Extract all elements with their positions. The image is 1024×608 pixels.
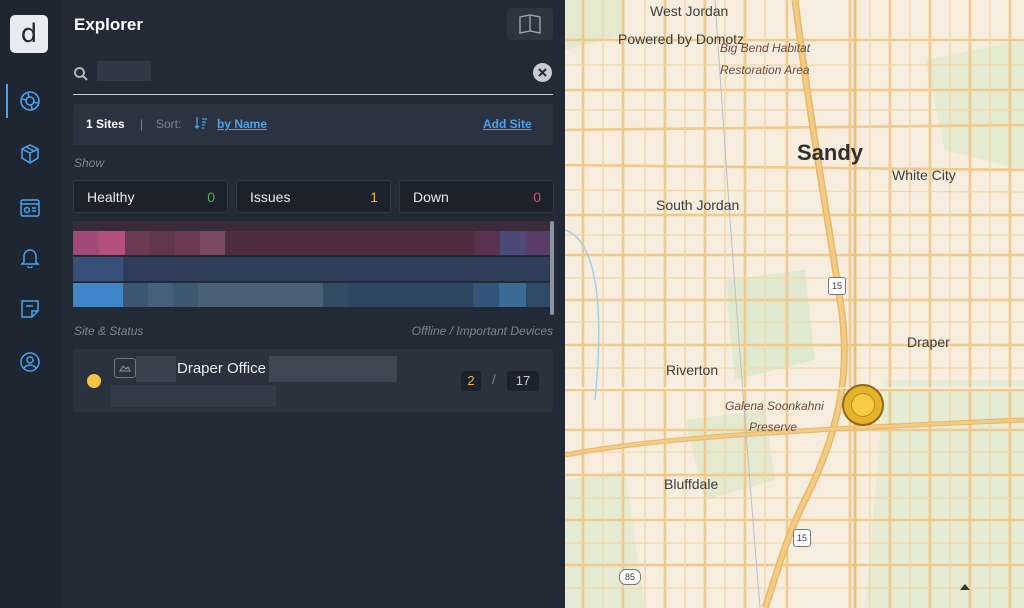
offline-devices-count[interactable]: 2 [461,371,481,391]
clear-search-button[interactable] [533,63,552,82]
ticket-icon [21,300,39,318]
important-devices-count[interactable]: 17 [507,371,539,391]
route-85-shield: 85 [619,569,641,585]
map-label-galena: Galena Soonkahni [725,399,824,413]
nav-rail: d [0,0,63,608]
active-indicator [6,84,8,118]
close-icon [538,68,547,77]
dashboard-icon [20,199,40,217]
map-label-restoration: Restoration Area [720,63,810,77]
map-label-bluffdale: Bluffdale [664,476,719,492]
overview-scrollbar[interactable] [550,221,554,315]
sort-label: Sort: [156,117,182,131]
map-label-south-jordan: South Jordan [656,197,740,213]
interstate-15-shield: 15 [793,529,811,547]
search-bar [73,58,553,95]
map-label-big-bend: Big Bend Habitat [720,41,811,55]
site-marker-inner [851,393,875,417]
filter-down[interactable]: Down 0 [399,180,554,213]
map-label-preserve: Preserve [749,420,798,434]
map-label-white-city: White City [892,167,956,183]
map-view[interactable]: West Jordan Powered by Domotz Big Bend H… [565,0,1024,608]
show-label: Show [74,156,105,170]
map-label-riverton: Riverton [666,362,719,378]
redacted-block [111,385,276,407]
filter-healthy-label: Healthy [87,189,135,205]
filter-healthy[interactable]: Healthy 0 [73,180,228,213]
redacted-block [136,356,176,382]
logo-letter: d [20,19,38,49]
status-dot [87,374,101,388]
search-input[interactable] [97,64,551,88]
domotz-logo[interactable]: d [10,15,48,53]
separator: | [140,117,144,131]
page-title: Explorer [74,15,143,34]
dashboard-nav[interactable] [17,195,43,221]
map-legend-button[interactable] [507,8,553,40]
book-icon [519,14,541,34]
site-collector-icon [114,358,136,378]
lifebuoy-icon [20,352,40,372]
add-site-link[interactable]: Add Site [483,117,532,131]
status-overview-redacted [73,221,553,316]
search-icon [74,67,88,81]
support-nav[interactable] [17,349,43,375]
cubes-icon [21,144,39,164]
sort-by-name-link[interactable]: by Name [217,117,267,131]
count-divider: / [492,372,496,387]
filter-issues-label: Issues [250,189,291,205]
map-label-west-jordan: West Jordan [650,3,729,19]
sites-toolbar: 1 Sites | Sort: by Name Add Site [73,104,553,145]
interstate-15-shield: 15 [828,277,846,295]
sites-count: 1 Sites [86,117,125,131]
filter-issues-count: 1 [370,189,378,205]
map-tiles [565,0,1024,608]
list-header-devices: Offline / Important Devices [411,324,553,338]
site-marker-draper-office[interactable] [842,384,884,426]
filter-down-label: Down [413,189,449,205]
map-label-sandy: Sandy [797,140,864,165]
site-name: Draper Office [177,360,266,377]
map-label-draper: Draper [907,334,950,350]
filter-down-count: 0 [533,189,541,205]
site-row-draper-office[interactable]: Draper Office 2 / 17 [73,349,553,412]
filter-healthy-count: 0 [207,189,215,205]
globe-icon [20,91,40,111]
tickets-nav[interactable] [17,296,43,322]
explorer-nav[interactable] [17,88,43,114]
sort-order-icon[interactable] [194,116,208,133]
alerts-nav[interactable] [17,244,43,270]
devices-nav[interactable] [17,141,43,167]
filter-issues[interactable]: Issues 1 [236,180,391,213]
redacted-block [269,356,397,382]
bell-icon [20,249,40,268]
list-header-site-status: Site & Status [74,324,144,338]
